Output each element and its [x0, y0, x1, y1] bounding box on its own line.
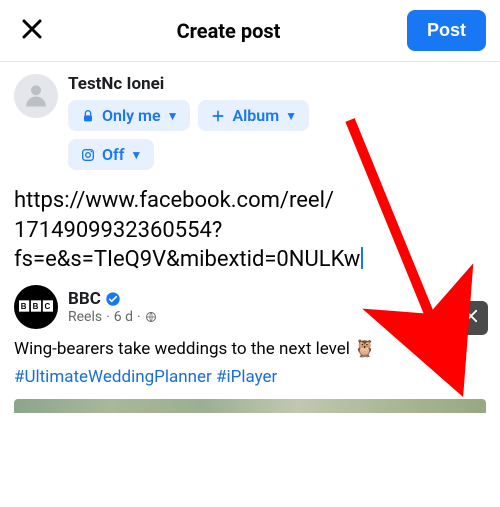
- author-section: TestNc Ionei Only me ▼ Album ▼: [0, 62, 500, 174]
- bbc-logo-icon: B B C: [19, 298, 53, 317]
- album-label: Album: [232, 106, 279, 125]
- close-icon: [20, 17, 44, 45]
- instagram-icon: [80, 147, 96, 163]
- chevron-down-icon: ▼: [167, 109, 179, 123]
- author-avatar[interactable]: [14, 74, 58, 118]
- globe-icon: [145, 311, 157, 323]
- audience-chips: Only me ▼ Album ▼: [68, 100, 309, 131]
- publisher-meta: BBC Reels · 6 d ·: [68, 289, 157, 325]
- publisher-subline: Reels · 6 d ·: [68, 309, 157, 325]
- publisher-avatar[interactable]: B B C: [14, 285, 58, 329]
- post-text-line: fs=e&s=TIeQ9V&mibextid=0NULKw: [14, 247, 360, 272]
- text-cursor: [361, 247, 363, 269]
- separator-dot: ·: [106, 309, 110, 325]
- page-title: Create post: [177, 19, 281, 43]
- chevron-down-icon: ▼: [285, 109, 297, 123]
- svg-text:B: B: [33, 301, 39, 310]
- remove-preview-button[interactable]: [454, 301, 488, 335]
- close-icon: [462, 307, 480, 329]
- svg-text:B: B: [21, 301, 27, 310]
- post-text-line: https://www.facebook.com/reel/: [14, 188, 334, 213]
- content-type-label: Reels: [68, 309, 102, 325]
- author-name: TestNc Ionei: [68, 74, 309, 94]
- audience-selector[interactable]: Only me ▼: [68, 100, 190, 131]
- post-button[interactable]: Post: [407, 10, 486, 51]
- svg-text:C: C: [45, 301, 51, 310]
- separator-dot: ·: [137, 309, 141, 325]
- hashtag-link[interactable]: #iPlayer: [216, 367, 277, 387]
- post-age: 6 d: [114, 309, 133, 325]
- album-selector[interactable]: Album ▼: [198, 100, 309, 131]
- preview-hashtags: #UltimateWeddingPlanner #iPlayer: [0, 363, 500, 395]
- publisher-name[interactable]: BBC: [68, 289, 101, 309]
- plus-icon: [210, 108, 226, 124]
- instagram-label: Off: [102, 145, 124, 164]
- person-icon: [21, 79, 51, 113]
- hashtag-link[interactable]: #UltimateWeddingPlanner: [14, 367, 212, 387]
- preview-caption-text: Wing-bearers take weddings to the next l…: [14, 339, 354, 359]
- post-text-line: 1714909932360554?: [14, 218, 222, 243]
- header-bar: Create post Post: [0, 0, 500, 62]
- preview-image[interactable]: [14, 399, 486, 413]
- lock-icon: [80, 108, 96, 124]
- preview-header: B B C BBC Reels · 6 d ·: [14, 285, 486, 329]
- author-meta: TestNc Ionei Only me ▼ Album ▼: [68, 74, 309, 170]
- instagram-crosspost-selector[interactable]: Off ▼: [68, 139, 154, 170]
- post-text-input[interactable]: https://www.facebook.com/reel/ 171490993…: [0, 174, 500, 281]
- chevron-down-icon: ▼: [130, 148, 142, 162]
- verified-badge-icon: [105, 291, 121, 307]
- link-preview: B B C BBC Reels · 6 d ·: [0, 281, 500, 329]
- secondary-chips: Off ▼: [68, 139, 309, 170]
- preview-caption: Wing-bearers take weddings to the next l…: [0, 329, 500, 363]
- owl-emoji: 🦉: [354, 339, 375, 359]
- audience-label: Only me: [102, 106, 161, 125]
- close-button[interactable]: [14, 13, 50, 49]
